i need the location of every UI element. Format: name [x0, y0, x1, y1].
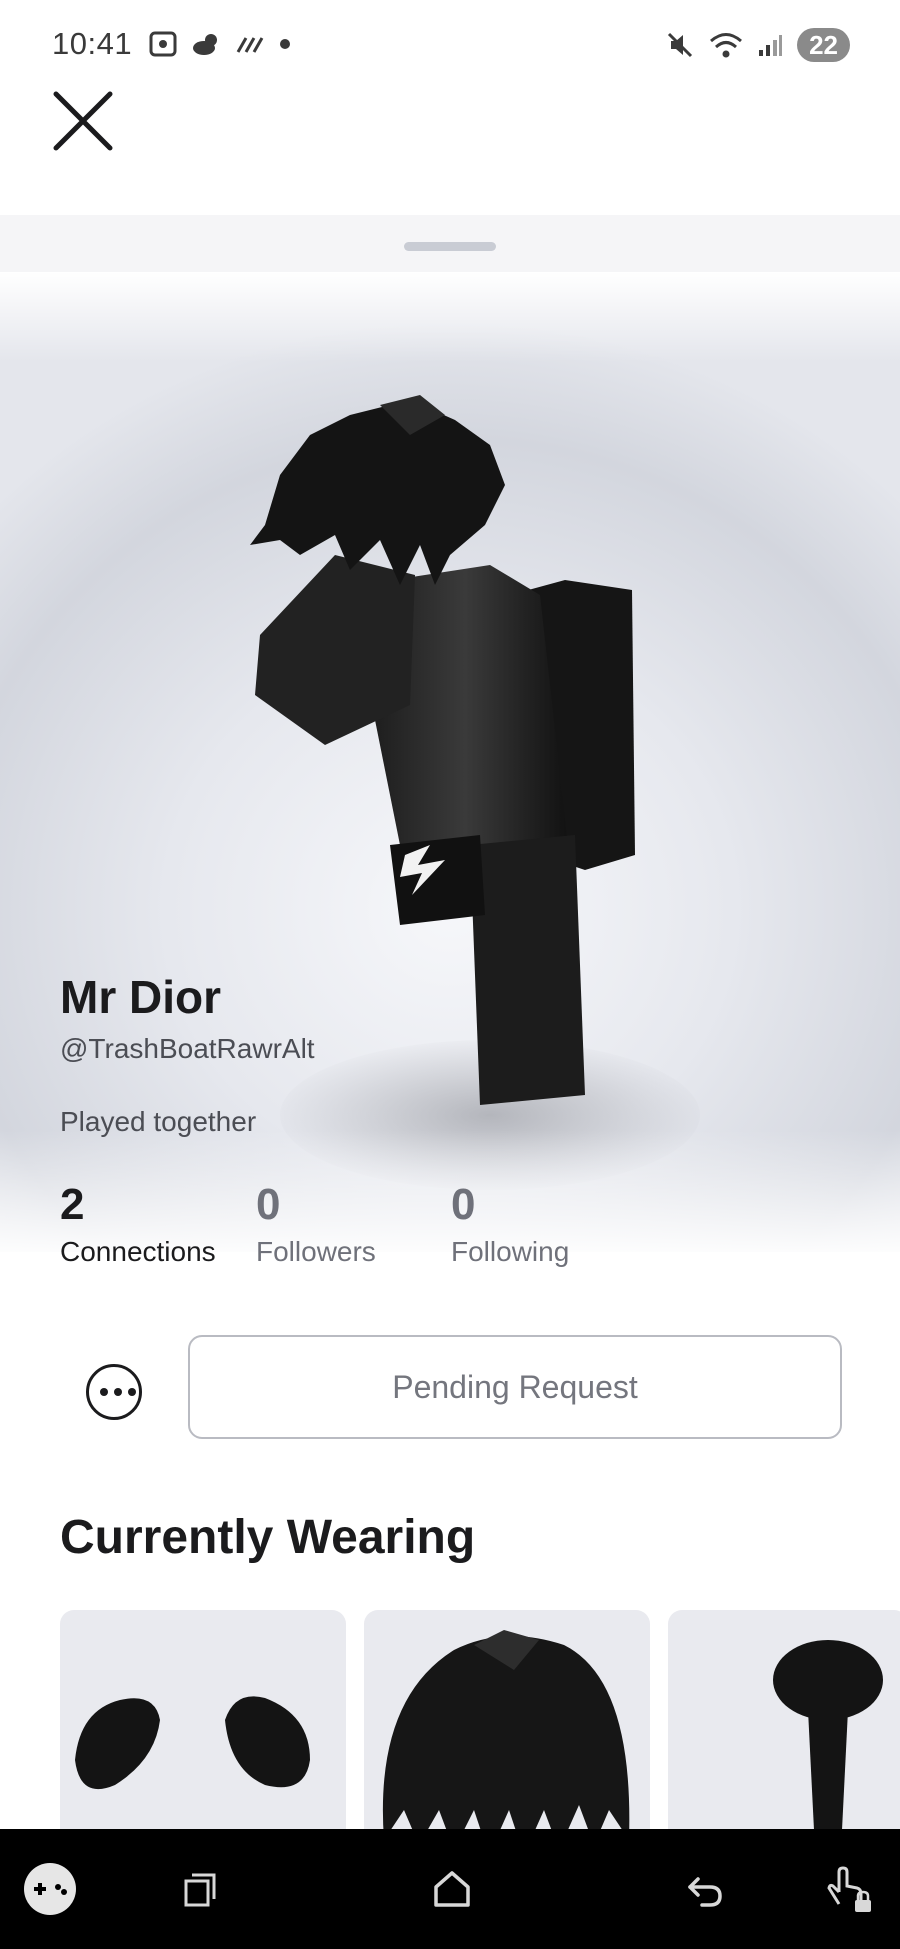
drag-handle[interactable] [404, 242, 496, 251]
status-bar: 10:41 22 [0, 0, 900, 90]
recent-apps-button[interactable] [170, 1859, 230, 1919]
status-time: 10:41 [52, 26, 133, 61]
more-options-button[interactable] [86, 1364, 142, 1420]
stat-value: 0 [256, 1180, 281, 1229]
stat-label: Followers [256, 1236, 376, 1267]
home-button[interactable] [422, 1859, 482, 1919]
more-options-icon [100, 1388, 136, 1396]
avatar-3d-model[interactable] [240, 395, 660, 1115]
battery-indicator: 22 [797, 28, 850, 62]
touch-lock-button[interactable] [820, 1859, 880, 1919]
signal-icon [759, 35, 783, 56]
display-name: Mr Dior [60, 971, 221, 1023]
gamepad-icon [24, 1863, 76, 1915]
back-icon [688, 1877, 722, 1907]
close-icon [53, 91, 113, 151]
close-button[interactable] [50, 88, 116, 154]
screenshot-icon [149, 31, 177, 57]
weather-icon [193, 34, 217, 55]
home-icon [434, 1871, 470, 1907]
status-icons-right: 22 [665, 28, 850, 62]
status-icons-left [148, 30, 292, 58]
username: @TrashBoatRawrAlt [60, 1033, 315, 1064]
stat-connections[interactable]: 2 Connections [60, 1180, 216, 1268]
stat-value: 2 [60, 1180, 85, 1229]
stat-value: 0 [451, 1180, 476, 1229]
stat-following[interactable]: 0 Following [451, 1180, 569, 1268]
navigation-bar [0, 1829, 900, 1949]
stat-label: Connections [60, 1236, 216, 1267]
mute-icon [668, 32, 693, 58]
data-saver-icon [236, 37, 264, 53]
recent-apps-icon [184, 1873, 216, 1907]
back-button[interactable] [674, 1859, 734, 1919]
touch-lock-icon [827, 1866, 871, 1912]
section-title-currently-wearing: Currently Wearing [60, 1511, 476, 1564]
wifi-icon [710, 33, 743, 58]
stage-fade-top [0, 272, 900, 362]
stat-label: Following [451, 1236, 570, 1267]
stat-followers[interactable]: 0 Followers [256, 1180, 376, 1268]
relation-label: Played together [60, 1106, 257, 1137]
gamepad-button[interactable] [20, 1859, 80, 1919]
notification-dot-icon [280, 39, 290, 49]
pending-request-button[interactable]: Pending Request [188, 1335, 842, 1439]
